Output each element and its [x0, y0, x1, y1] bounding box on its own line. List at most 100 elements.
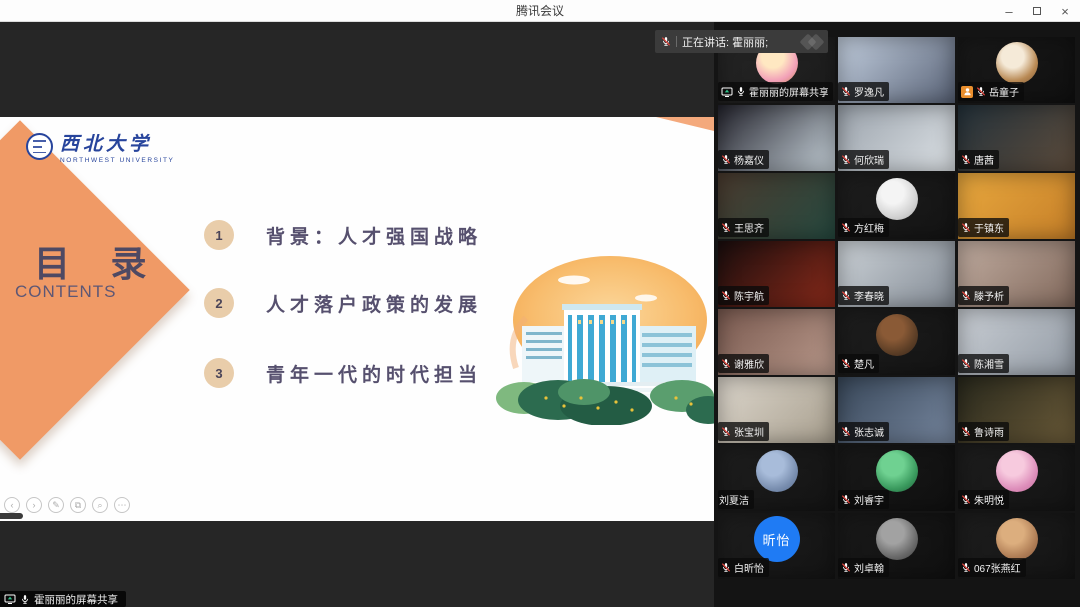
participant-tile[interactable]: 何欣瑞 — [838, 105, 955, 171]
video-grid: 霍丽丽的屏幕共享罗逸凡岳童子杨嘉仪 何欣瑞 唐茜王思齐方红梅 于镇东陈宇航 李春晓 滕予析… — [718, 37, 1075, 579]
participant-name: 何欣瑞 — [854, 152, 884, 167]
maximize-button[interactable] — [1030, 4, 1044, 18]
toc-item-text: 人才落户政策的发展 — [266, 290, 482, 317]
close-button[interactable]: × — [1058, 4, 1072, 18]
minimize-button[interactable]: – — [1002, 4, 1016, 18]
participant-tile[interactable]: 罗逸凡 — [838, 37, 955, 103]
mic-off-icon — [661, 36, 671, 47]
university-name-en: NORTHWEST UNIVERSITY — [60, 157, 174, 164]
prev-icon[interactable]: ‹ — [4, 497, 20, 513]
participant-name: 方红梅 — [854, 220, 884, 235]
mic-off-icon — [721, 426, 731, 437]
mic-off-icon — [976, 86, 986, 97]
participant-tile[interactable]: 唐茜 — [958, 105, 1075, 171]
participants-panel[interactable]: 霍丽丽的屏幕共享罗逸凡岳童子杨嘉仪 何欣瑞 唐茜王思齐方红梅 于镇东陈宇航 李春晓 滕予析… — [714, 22, 1080, 607]
avatar — [876, 178, 918, 220]
participant-label: 滕予析 — [958, 286, 1009, 305]
toc-item-number: 2 — [204, 288, 234, 318]
campus-illustration — [486, 248, 714, 425]
mic-off-icon — [841, 358, 851, 369]
participant-label: 霍丽丽的屏幕共享 — [718, 82, 833, 101]
participant-tile[interactable]: 岳童子 — [958, 37, 1075, 103]
participant-tile[interactable]: 滕予析 — [958, 241, 1075, 307]
avatar — [876, 314, 918, 356]
participant-label: 于镇东 — [958, 218, 1009, 237]
participant-tile[interactable]: 刘睿宇 — [838, 445, 955, 511]
participant-tile[interactable]: 张宝圳 — [718, 377, 835, 443]
slide-subtitle: CONTENTS — [15, 282, 117, 302]
toc-item-text: 青年一代的时代担当 — [266, 360, 482, 387]
participant-label: 刘睿宇 — [838, 490, 889, 509]
participant-label: 张宝圳 — [718, 422, 769, 441]
screen-share-icon — [4, 593, 16, 605]
window-controls: – × — [1002, 0, 1072, 22]
titlebar: 腾讯会议 – × — [0, 0, 1080, 22]
university-name-cn: 西北大学 — [60, 129, 174, 156]
participant-name: 李春晓 — [854, 288, 884, 303]
screen-share-badge: 霍丽丽的屏幕共享 — [0, 591, 126, 607]
screen-share-icon — [721, 86, 733, 98]
university-logo: 西北大学 NORTHWEST UNIVERSITY — [26, 129, 174, 164]
annotation-toolbar: ‹ › ✎ ⧉ ⌕ ⋯ — [4, 497, 130, 513]
participant-tile[interactable]: 方红梅 — [838, 173, 955, 239]
participant-label: 陈宇航 — [718, 286, 769, 305]
participant-tile[interactable]: 067张燕红 — [958, 513, 1075, 579]
magnifier-icon[interactable]: ⌕ — [92, 497, 108, 513]
participant-tile[interactable]: 昕怡白昕怡 — [718, 513, 835, 579]
mic-off-icon — [841, 562, 851, 573]
participant-tile[interactable]: 刘夏洁 — [718, 445, 835, 511]
mic-off-icon — [961, 562, 971, 573]
participant-name: 张宝圳 — [734, 424, 764, 439]
screen-share-stage: 西北大学 NORTHWEST UNIVERSITY 目 录 CONTENTS 1… — [0, 22, 714, 607]
participant-label: 谢雅欣 — [718, 354, 769, 373]
participant-label: 朱明悦 — [958, 490, 1009, 509]
toc-item-text: 背景：人才强国战略 — [266, 222, 482, 249]
participant-tile[interactable]: 刘卓翰 — [838, 513, 955, 579]
participant-tile[interactable]: 陈宇航 — [718, 241, 835, 307]
participant-name: 岳童子 — [989, 84, 1019, 99]
participant-tile[interactable]: 杨嘉仪 — [718, 105, 835, 171]
participant-tile[interactable]: 楚凡 — [838, 309, 955, 375]
participant-name: 滕予析 — [974, 288, 1004, 303]
participant-name: 刘夏洁 — [719, 492, 749, 507]
participant-tile[interactable]: 张志诚 — [838, 377, 955, 443]
participant-tile[interactable]: 谢雅欣 — [718, 309, 835, 375]
participant-name: 刘卓翰 — [854, 560, 884, 575]
participant-tile[interactable]: 朱明悦 — [958, 445, 1075, 511]
slide-edge-notch — [0, 513, 23, 519]
mic-off-icon — [841, 86, 851, 97]
participant-label: 刘夏洁 — [718, 490, 754, 509]
participant-label: 067张燕红 — [958, 558, 1026, 577]
next-icon[interactable]: › — [26, 497, 42, 513]
participant-label: 杨嘉仪 — [718, 150, 769, 169]
mic-on-icon — [736, 86, 746, 97]
mic-off-icon — [961, 494, 971, 505]
participant-tile[interactable]: 李春晓 — [838, 241, 955, 307]
participant-name: 霍丽丽的屏幕共享 — [749, 84, 828, 99]
toc-item: 3青年一代的时代担当 — [204, 358, 482, 388]
mic-off-icon — [961, 222, 971, 233]
avatar — [996, 450, 1038, 492]
mic-off-icon — [961, 154, 971, 165]
participant-name: 刘睿宇 — [854, 492, 884, 507]
participant-name: 067张燕红 — [974, 560, 1021, 575]
university-seal-icon — [26, 133, 53, 160]
participant-tile[interactable]: 陈湘雪 — [958, 309, 1075, 375]
participant-label: 张志诚 — [838, 422, 889, 441]
speaking-toast: 正在讲话: 霍丽丽; — [655, 30, 828, 53]
participant-label: 刘卓翰 — [838, 558, 889, 577]
presentation-slide: 西北大学 NORTHWEST UNIVERSITY 目 录 CONTENTS 1… — [0, 117, 714, 521]
participant-name: 张志诚 — [854, 424, 884, 439]
avatar — [996, 518, 1038, 560]
participant-label: 李春晓 — [838, 286, 889, 305]
participant-tile[interactable]: 鲁诗雨 — [958, 377, 1075, 443]
corner-triangle-shape — [656, 117, 714, 131]
screen-share-badge-label: 霍丽丽的屏幕共享 — [34, 592, 118, 607]
participant-tile[interactable]: 王思齐 — [718, 173, 835, 239]
pages-icon[interactable]: ⧉ — [70, 497, 86, 513]
participant-tile[interactable]: 于镇东 — [958, 173, 1075, 239]
more-icon[interactable]: ⋯ — [114, 497, 130, 513]
participant-name: 陈湘雪 — [974, 356, 1004, 371]
participant-label: 岳童子 — [958, 82, 1024, 101]
pen-icon[interactable]: ✎ — [48, 497, 64, 513]
